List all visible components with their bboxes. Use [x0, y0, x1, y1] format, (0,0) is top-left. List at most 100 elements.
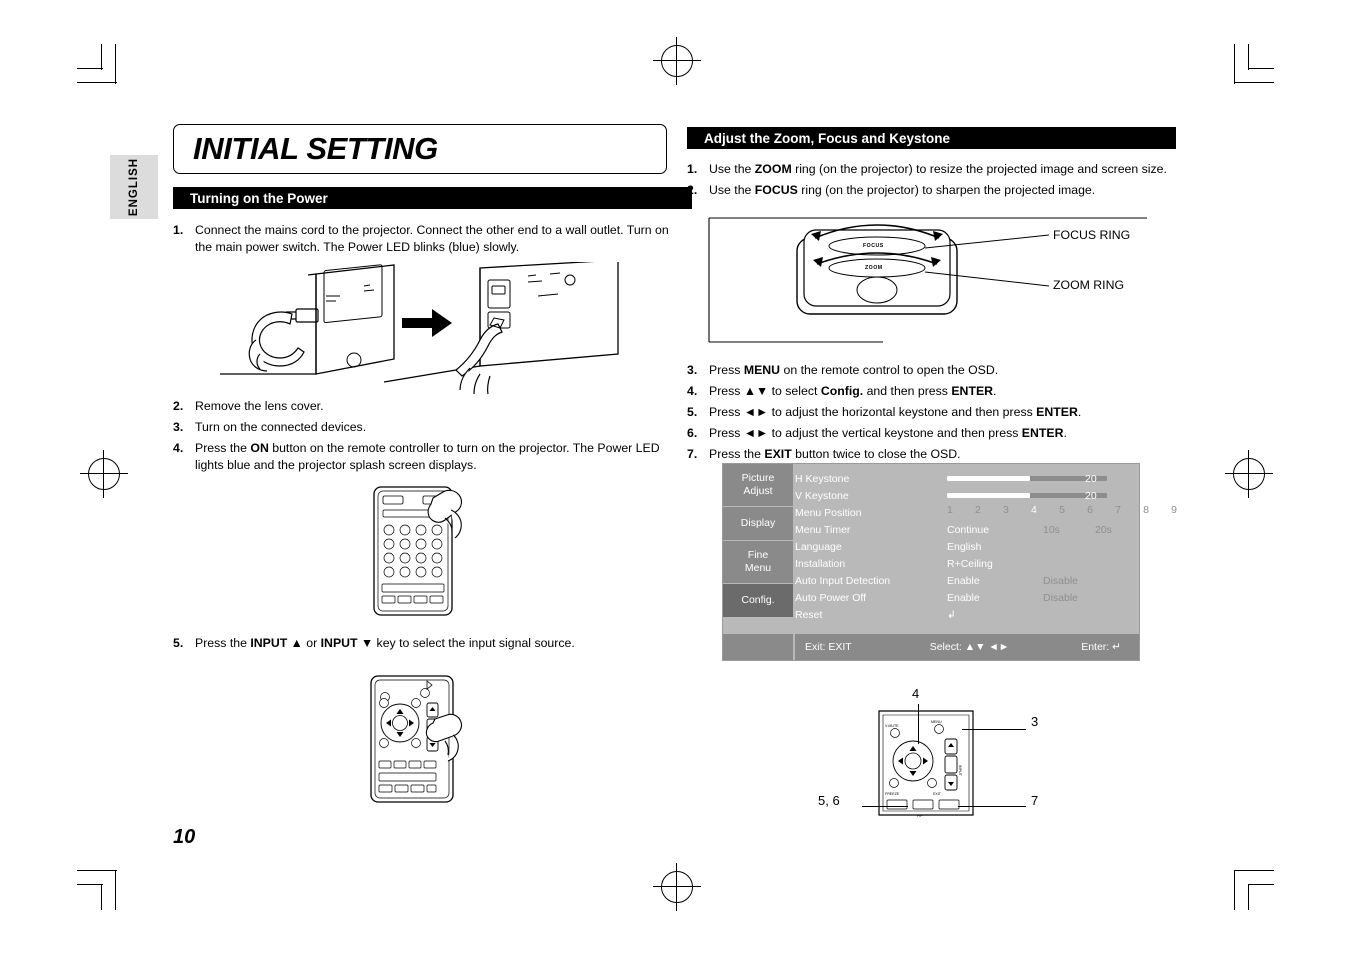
osd-row-label: Auto Input Detection — [795, 574, 891, 587]
osd-row-label: Installation — [795, 557, 846, 570]
power-step-5: 5. Press the INPUT ▲ or INPUT ▼ key to s… — [173, 635, 673, 656]
list-item-number: 1. — [687, 162, 698, 176]
menu-timer-20s[interactable]: 20s — [1095, 524, 1112, 536]
scale-7[interactable]: 7 — [1115, 504, 1121, 516]
callout-number-7: 7 — [1031, 793, 1039, 808]
osd-row-label: Reset — [795, 608, 823, 621]
list-item: 4. Press the ON button on the remote con… — [173, 440, 673, 474]
figure-rear-panel — [198, 262, 658, 397]
list-item-number: 2. — [173, 399, 184, 413]
scale-8[interactable]: 8 — [1143, 504, 1149, 516]
osd-row-menu-position[interactable]: Menu Position 1 2 3 4 5 6 7 8 9 — [795, 504, 1177, 521]
svg-text:V-MUTE: V-MUTE — [885, 724, 899, 728]
osd-row-language[interactable]: Language English — [795, 538, 1135, 555]
osd-footer-exit[interactable]: Exit: EXIT — [805, 641, 852, 653]
svg-text:MENU: MENU — [931, 720, 942, 724]
zoom-steps-bottom: 3. Press MENU on the remote control to o… — [687, 362, 1177, 467]
reset-enter-icon[interactable]: ↲ — [947, 609, 956, 621]
osd-row-v-keystone[interactable]: V Keystone 20 — [795, 487, 1135, 504]
callout-zoom-ring: ZOOM RING — [1053, 278, 1125, 292]
list-item-number: 6. — [687, 426, 698, 440]
scale-9[interactable]: 9 — [1171, 504, 1177, 516]
page-title: INITIAL SETTING — [173, 124, 667, 174]
auto-input-disable[interactable]: Disable — [1043, 575, 1078, 587]
osd-row-label: Menu Timer — [795, 523, 851, 536]
list-item: 2. Use the FOCUS ring (on the projector)… — [687, 182, 1177, 199]
scale-6[interactable]: 6 — [1087, 504, 1093, 516]
crop-mark-tr-h2 — [1248, 68, 1274, 70]
scale-5[interactable]: 5 — [1059, 504, 1065, 516]
crop-mark-bl-h2 — [77, 884, 103, 886]
osd-tab-fine-menu[interactable]: Fine Menu — [723, 541, 793, 584]
callout-leader-5-6 — [862, 806, 908, 807]
osd-row-label: Language — [795, 540, 842, 553]
osd-footer: Exit: EXIT Select: ▲▼ ◄► Enter: ↵ — [795, 634, 1139, 660]
auto-input-enable[interactable]: Enable — [947, 575, 1043, 587]
callout-leader-3 — [962, 729, 1026, 730]
list-item-number: 4. — [687, 384, 698, 398]
registration-mark-left — [80, 450, 128, 498]
list-item-text: Press ◄► to adjust the vertical keystone… — [709, 426, 1067, 440]
installation-value[interactable]: R+Ceiling — [947, 558, 993, 570]
auto-power-enable[interactable]: Enable — [947, 592, 1043, 604]
list-item: 3. Turn on the connected devices. — [173, 419, 673, 436]
list-item-number: 7. — [687, 447, 698, 461]
auto-power-disable[interactable]: Disable — [1043, 592, 1078, 604]
menu-position-scale[interactable]: 1 2 3 4 5 6 7 8 9 — [947, 504, 1177, 516]
osd-tab-line1: Fine — [747, 549, 769, 561]
osd-row-h-keystone[interactable]: H Keystone 20 — [795, 470, 1135, 487]
list-item-number: 3. — [687, 363, 698, 377]
osd-row-installation[interactable]: Installation R+Ceiling — [795, 555, 1135, 572]
list-item-text: Use the ZOOM ring (on the projector) to … — [709, 162, 1167, 176]
v-keystone-slider[interactable] — [947, 493, 1107, 498]
h-keystone-value: 20 — [1085, 472, 1097, 485]
svg-text:PIP: PIP — [917, 814, 923, 818]
list-item: 4. Press ▲▼ to select Config. and then p… — [687, 383, 1177, 400]
list-item: 1. Use the ZOOM ring (on the projector) … — [687, 161, 1177, 178]
list-item-number: 5. — [687, 405, 698, 419]
v-keystone-value: 20 — [1085, 489, 1097, 502]
language-value[interactable]: English — [947, 541, 981, 553]
osd-tab-display[interactable]: Display — [723, 507, 793, 541]
crop-mark-tl-v — [115, 44, 117, 84]
h-keystone-slider[interactable] — [947, 476, 1107, 481]
menu-timer-continue[interactable]: Continue — [947, 524, 1043, 536]
osd-row-auto-input-detection[interactable]: Auto Input Detection Enable Disable — [795, 572, 1135, 589]
list-item-number: 4. — [173, 441, 184, 455]
svg-text:FOCUS: FOCUS — [863, 243, 884, 249]
osd-row-auto-power-off[interactable]: Auto Power Off Enable Disable — [795, 589, 1135, 606]
crop-mark-br-h2 — [1248, 884, 1274, 886]
registration-mark-right — [1225, 450, 1273, 498]
osd-row-reset[interactable]: Reset ↲ — [795, 606, 1135, 623]
list-item-text: Press the EXIT button twice to close the… — [709, 447, 961, 461]
callout-leader-4 — [918, 704, 919, 744]
scale-2[interactable]: 2 — [975, 504, 981, 516]
osd-tab-picture-adjust[interactable]: Picture Adjust — [723, 464, 793, 507]
crop-mark-tr-v2 — [1248, 44, 1250, 70]
osd-row-menu-timer[interactable]: Menu Timer Continue 10s 20s — [795, 521, 1135, 538]
osd-tab-config[interactable]: Config. — [723, 584, 793, 618]
scale-1[interactable]: 1 — [947, 504, 953, 516]
crop-mark-bl-v2 — [101, 884, 103, 910]
osd-tab-line1: Config. — [741, 594, 775, 606]
osd-footer-enter[interactable]: Enter: ↵ — [1081, 641, 1121, 653]
osd-footer-select[interactable]: Select: ▲▼ ◄► — [930, 641, 1010, 653]
list-item-number: 3. — [173, 420, 184, 434]
language-tab: ENGLISH — [110, 155, 158, 219]
list-item-number: 2. — [687, 183, 698, 197]
menu-timer-10s[interactable]: 10s — [1043, 524, 1095, 536]
osd-row-label: Menu Position — [795, 506, 862, 519]
section-heading-zoom: Adjust the Zoom, Focus and Keystone — [687, 127, 1176, 149]
scale-4-selected[interactable]: 4 — [1031, 504, 1037, 516]
list-item: 3. Press MENU on the remote control to o… — [687, 362, 1177, 379]
registration-mark-bottom — [653, 863, 701, 911]
osd-menu: Picture Adjust Display Fine Menu Config.… — [722, 463, 1177, 661]
page-number: 10 — [173, 826, 196, 848]
callout-number-3: 3 — [1031, 714, 1039, 729]
scale-3[interactable]: 3 — [1003, 504, 1009, 516]
osd-tab-column: Picture Adjust Display Fine Menu Config. — [723, 464, 793, 660]
power-steps-list-2: 2. Remove the lens cover. 3. Turn on the… — [173, 398, 673, 478]
svg-text:FREEZE: FREEZE — [885, 792, 900, 796]
list-item: 5. Press the INPUT ▲ or INPUT ▼ key to s… — [173, 635, 673, 652]
osd-row-label: H Keystone — [795, 472, 850, 485]
